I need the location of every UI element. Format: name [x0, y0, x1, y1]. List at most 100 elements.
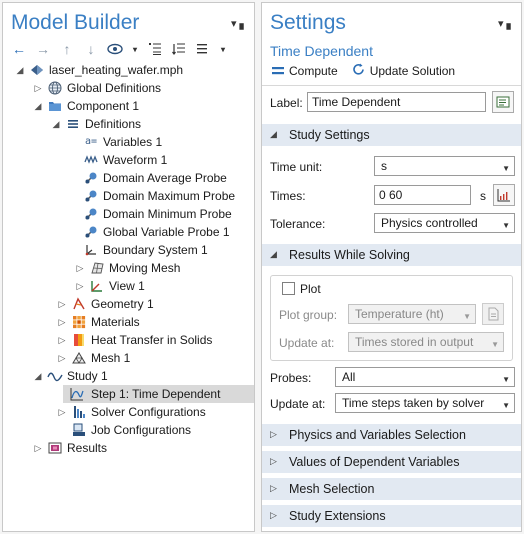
tolerance-select[interactable]: Physics controlled ▼ [374, 213, 515, 233]
tree-node-materials[interactable]: ▷ Materials [3, 313, 254, 331]
expand-all-icon[interactable] [147, 41, 163, 57]
tree-node-results[interactable]: ▷ Results [3, 439, 254, 457]
section-values-of-dependent-variables[interactable]: ▷ Values of Dependent Variables [262, 451, 521, 473]
time-unit-value: s [381, 159, 387, 173]
label-caption: Label: [270, 96, 303, 110]
tree-node-domain-maximum-probe[interactable]: Domain Maximum Probe [3, 187, 254, 205]
dropdown-arrow-icon: ▼ [491, 340, 499, 349]
section-study-settings[interactable]: ◢ Study Settings [262, 124, 521, 146]
collapse-arrow-icon[interactable]: ◢ [33, 367, 43, 385]
section-mesh-selection[interactable]: ▷ Mesh Selection [262, 478, 521, 500]
show-options-eye-icon[interactable] [107, 41, 123, 57]
tree-node-label: Domain Maximum Probe [103, 189, 236, 203]
expand-arrow-icon[interactable]: ▷ [57, 349, 67, 367]
probe-icon [83, 224, 99, 240]
update-at-select[interactable]: Times stored in output ▼ [348, 332, 504, 352]
expand-arrow-icon[interactable]: ▷ [57, 295, 67, 313]
tree-node-label: Definitions [85, 117, 142, 131]
collapse-arrow-icon[interactable]: ◢ [33, 97, 43, 115]
compute-button[interactable]: Compute [272, 63, 338, 79]
tree-node-moving-mesh[interactable]: ▷ Moving Mesh [3, 259, 254, 277]
tree-node-heat-transfer-in-solids[interactable]: ▷ Heat Transfer in Solids [3, 331, 254, 349]
tree-node-label: Job Configurations [91, 423, 192, 437]
panel-menu-pin-icon[interactable]: ▾ ▖ [231, 17, 248, 30]
tree-node-study-1[interactable]: ◢ Study 1 [3, 367, 254, 385]
settings-subtitle: Time Dependent [270, 43, 373, 59]
tree-node-geometry-1[interactable]: ▷ Geometry 1 [3, 295, 254, 313]
tree-node-solver-configurations[interactable]: ▷ Solver Configurations [3, 403, 254, 421]
tree-node-label: Solver Configurations [91, 405, 206, 419]
collapse-arrow-icon[interactable]: ◢ [15, 61, 25, 79]
move-up-icon[interactable]: ↑ [59, 41, 75, 57]
times-field[interactable]: 0 60 [374, 185, 471, 205]
update-solution-button[interactable]: Update Solution [352, 63, 455, 79]
probe-update-at-value: Time steps taken by solver [342, 396, 485, 410]
tree-node-label: Heat Transfer in Solids [91, 333, 213, 347]
back-arrow-icon[interactable]: ← [11, 41, 27, 57]
job-icon [71, 422, 87, 438]
tree-node-label: Step 1: Time Dependent [91, 387, 221, 401]
tree-node-step-1-time-dependent[interactable]: Step 1: Time Dependent [63, 385, 254, 403]
section-title: Values of Dependent Variables [289, 455, 460, 469]
component-icon [47, 98, 63, 114]
tolerance-value: Physics controlled [381, 216, 478, 230]
tree-node-boundary-system-1[interactable]: Boundary System 1 [3, 241, 254, 259]
plot-checkbox-label: Plot [300, 282, 321, 296]
plot-checkbox[interactable] [282, 282, 295, 295]
expand-arrow-icon[interactable]: ▷ [33, 439, 43, 457]
times-caption: Times: [270, 189, 306, 203]
collapse-arrow-icon[interactable]: ◢ [51, 115, 61, 133]
compute-icon [272, 64, 284, 79]
divider [262, 85, 521, 86]
tree-node-variables-1[interactable]: a= Variables 1 [3, 133, 254, 151]
collapse-all-icon[interactable] [171, 41, 187, 57]
waveform-icon [83, 152, 99, 168]
section-physics-and-variables-selection[interactable]: ▷ Physics and Variables Selection [262, 424, 521, 446]
tree-node-waveform-1[interactable]: Waveform 1 [3, 151, 254, 169]
expand-arrow-icon[interactable]: ▷ [57, 313, 67, 331]
section-results-while-solving[interactable]: ◢ Results While Solving [262, 244, 521, 266]
tree-node-label: Global Definitions [67, 81, 162, 95]
label-edit-button[interactable] [492, 91, 514, 113]
tree-node-label: Study 1 [67, 369, 108, 383]
expand-arrow-icon[interactable]: ▷ [33, 79, 43, 97]
tree-menu-dropdown-icon[interactable]: ▾ [219, 41, 227, 57]
range-icon [497, 189, 510, 202]
expand-arrow-icon[interactable]: ▷ [75, 259, 85, 277]
tree-node-global-definitions[interactable]: ▷ Global Definitions [3, 79, 254, 97]
plot-group-settings-button[interactable] [482, 303, 504, 325]
section-study-extensions[interactable]: ▷ Study Extensions [262, 505, 521, 527]
tree-node-domain-minimum-probe[interactable]: Domain Minimum Probe [3, 205, 254, 223]
move-down-icon[interactable]: ↓ [83, 41, 99, 57]
tolerance-caption: Tolerance: [270, 217, 326, 231]
expand-arrow-icon[interactable]: ▷ [57, 403, 67, 421]
probe-update-at-select[interactable]: Time steps taken by solver ▼ [335, 393, 515, 413]
tree-node-job-configurations[interactable]: Job Configurations [3, 421, 254, 439]
model-icon [29, 62, 45, 78]
panel-menu-pin-icon[interactable]: ▾ ▖ [498, 17, 515, 30]
section-title: Study Settings [289, 128, 370, 142]
tree-node-global-variable-probe-1[interactable]: Global Variable Probe 1 [3, 223, 254, 241]
plot-group-select[interactable]: Temperature (ht) ▼ [348, 304, 476, 324]
time-unit-select[interactable]: s ▼ [374, 156, 515, 176]
forward-arrow-icon[interactable]: → [35, 41, 51, 57]
tree-node-domain-average-probe[interactable]: Domain Average Probe [3, 169, 254, 187]
tree-node-mesh-1[interactable]: ▷ Mesh 1 [3, 349, 254, 367]
tree-node-label: Global Variable Probe 1 [103, 225, 230, 239]
tree-node-view-1[interactable]: ▷ View 1 [3, 277, 254, 295]
expand-arrow-icon[interactable]: ▷ [57, 331, 67, 349]
tree-node-label: Materials [91, 315, 140, 329]
tree-menu-icon[interactable] [195, 41, 211, 57]
probe-icon [83, 206, 99, 222]
show-options-dropdown-icon[interactable]: ▾ [131, 41, 139, 57]
probe-update-at-caption: Update at: [270, 397, 326, 411]
tree-node-model[interactable]: ◢ laser_heating_wafer.mph [3, 61, 254, 79]
tree-node-label: Geometry 1 [91, 297, 154, 311]
tree-node-component-1[interactable]: ◢ Component 1 [3, 97, 254, 115]
range-button[interactable] [493, 184, 515, 206]
label-field[interactable]: Time Dependent [307, 92, 486, 112]
tree-node-definitions[interactable]: ◢ Definitions [3, 115, 254, 133]
expand-chevron-icon: ▷ [270, 456, 277, 466]
probes-select[interactable]: All ▼ [335, 367, 515, 387]
expand-arrow-icon[interactable]: ▷ [75, 277, 85, 295]
